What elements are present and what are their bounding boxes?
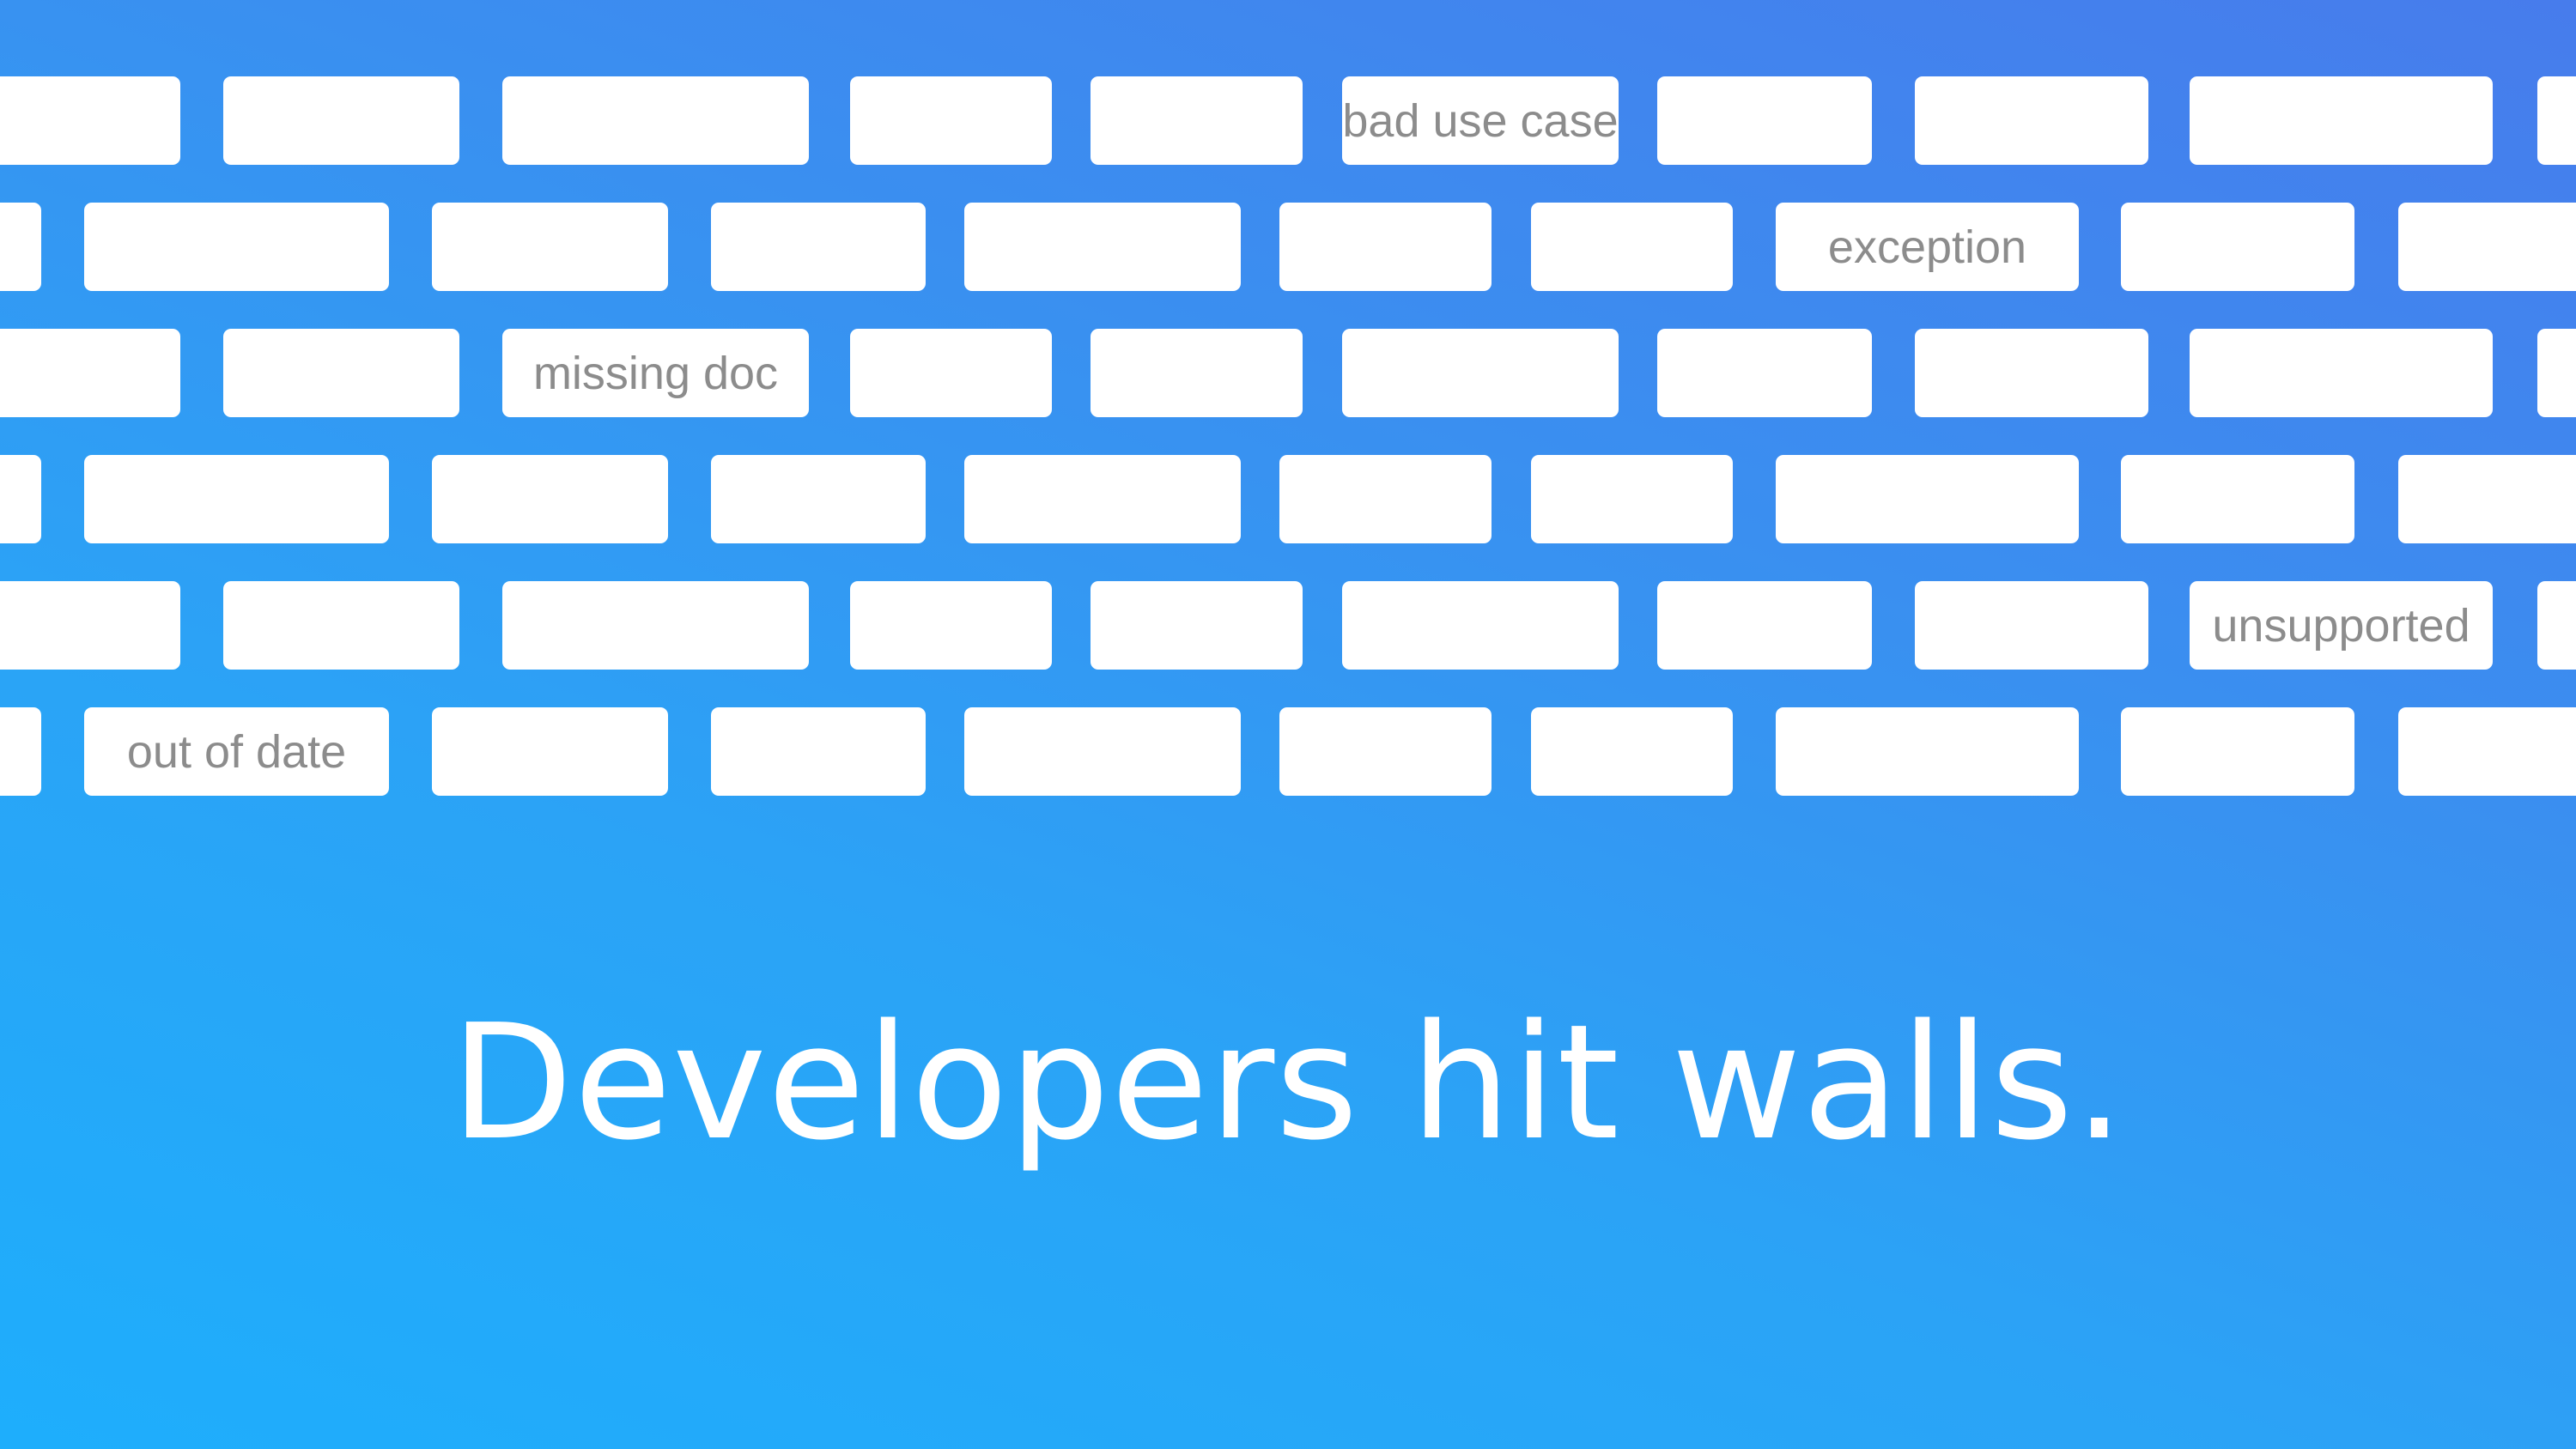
brick — [432, 455, 668, 543]
brick — [1657, 329, 1872, 417]
labeled-brick: unsupported — [2190, 581, 2493, 670]
brick — [2537, 329, 2576, 417]
brick — [223, 329, 459, 417]
brick — [1776, 707, 2079, 796]
brick — [1915, 76, 2148, 165]
brick — [1091, 329, 1303, 417]
brick — [964, 707, 1241, 796]
brick — [964, 455, 1241, 543]
brick — [711, 707, 926, 796]
brick — [1342, 581, 1619, 670]
brick — [0, 707, 41, 796]
brick — [2121, 203, 2354, 291]
brick — [1279, 203, 1492, 291]
brick — [1915, 581, 2148, 670]
brick — [2398, 707, 2576, 796]
brick — [0, 455, 41, 543]
brick — [84, 455, 389, 543]
brick — [0, 329, 180, 417]
brick — [0, 203, 41, 291]
labeled-brick: out of date — [84, 707, 389, 796]
brick — [84, 203, 389, 291]
brick — [711, 203, 926, 291]
brick — [1091, 581, 1303, 670]
brick — [2121, 707, 2354, 796]
slide: bad use case exception missing doc unsuppor… — [0, 0, 2576, 1449]
brick — [502, 581, 809, 670]
brick — [1279, 707, 1492, 796]
brick — [850, 329, 1052, 417]
brick — [432, 203, 668, 291]
brick — [964, 203, 1241, 291]
brick — [1776, 455, 2079, 543]
brick — [223, 581, 459, 670]
labeled-brick: exception — [1776, 203, 2079, 291]
brick — [2121, 455, 2354, 543]
brick — [2190, 76, 2493, 165]
brick — [502, 76, 809, 165]
labeled-brick: bad use case — [1342, 76, 1619, 165]
brick — [711, 455, 926, 543]
brick — [1657, 581, 1872, 670]
brick — [1915, 329, 2148, 417]
headline: Developers hit walls. — [450, 990, 2126, 1175]
brick — [2398, 203, 2576, 291]
brick — [1531, 707, 1733, 796]
brick — [432, 707, 668, 796]
brick — [0, 581, 180, 670]
brick — [1657, 76, 1872, 165]
brick — [2398, 455, 2576, 543]
brick — [850, 581, 1052, 670]
brick — [850, 76, 1052, 165]
labeled-brick: missing doc — [502, 329, 809, 417]
brick — [2190, 329, 2493, 417]
brick — [2537, 581, 2576, 670]
brick — [1531, 455, 1733, 543]
brick — [2537, 76, 2576, 165]
brick — [0, 76, 180, 165]
brick — [223, 76, 459, 165]
brick — [1279, 455, 1492, 543]
brick — [1091, 76, 1303, 165]
brick — [1531, 203, 1733, 291]
brick — [1342, 329, 1619, 417]
